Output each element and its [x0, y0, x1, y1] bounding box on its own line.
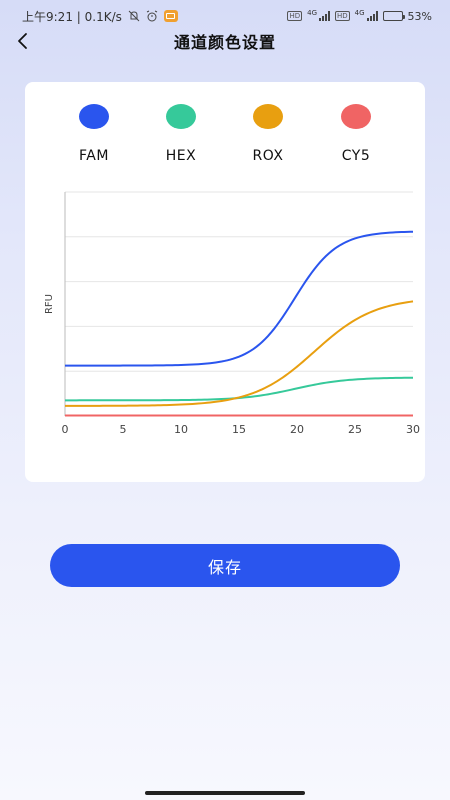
x-tick-label: 30 — [406, 423, 420, 436]
series-line-rox — [65, 300, 414, 407]
nav-bar: 通道颜色设置 — [0, 26, 450, 56]
rfu-chart: RFU 0 5 10 15 20 25 30 — [44, 191, 421, 436]
status-right: HD 4G HD 4G 53% — [287, 9, 432, 23]
x-tick-label: 25 — [348, 423, 362, 436]
channel-card: FAM HEX ROX CY5 RFU 0 5 10 15 20 25 30 — [25, 82, 425, 482]
battery-icon — [382, 11, 405, 21]
alarm-icon — [146, 10, 158, 22]
message-notification-icon — [163, 10, 178, 22]
x-tick-label: 10 — [174, 423, 188, 436]
home-indicator[interactable] — [145, 791, 305, 795]
signal-icon — [319, 11, 330, 21]
mute-icon — [128, 10, 140, 22]
back-button[interactable] — [8, 26, 38, 56]
x-tick-label: 15 — [232, 423, 246, 436]
battery-percent: 53% — [407, 9, 432, 23]
network-type-2: 4G — [354, 9, 365, 17]
save-button[interactable]: 保存 — [50, 544, 400, 587]
page-title: 通道颜色设置 — [173, 33, 276, 52]
hd-icon: HD — [287, 11, 303, 21]
x-tick-label: 20 — [290, 423, 304, 436]
series-line-fam — [65, 230, 414, 367]
chevron-left-icon — [18, 33, 27, 49]
network-type-1: 4G — [307, 9, 317, 17]
x-axis-ticks: 0 5 10 15 20 25 30 — [62, 423, 421, 436]
hd-icon-2: HD — [335, 11, 350, 21]
status-time-speed: 上午9:21 | 0.1K/s — [22, 9, 122, 24]
x-tick-label: 5 — [120, 423, 127, 436]
x-tick-label: 0 — [62, 423, 69, 436]
status-left: 上午9:21 | 0.1K/s — [22, 8, 178, 25]
y-axis-label: RFU — [44, 294, 55, 314]
signal-icon-2 — [366, 11, 378, 21]
chart-grid — [65, 191, 413, 417]
chart-series — [65, 230, 414, 417]
